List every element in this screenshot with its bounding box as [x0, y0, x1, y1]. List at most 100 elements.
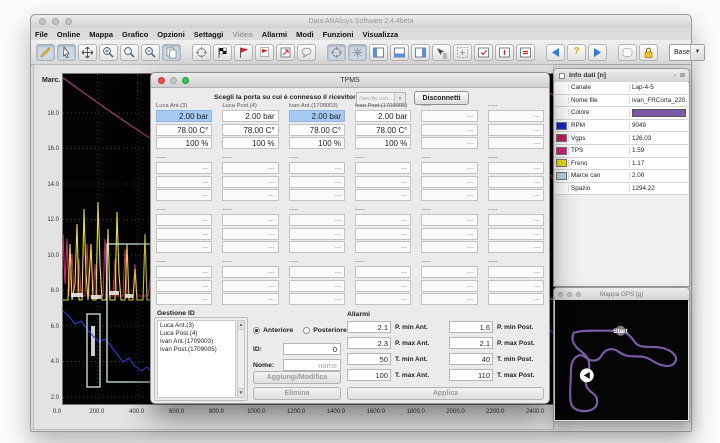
scroll-up-icon[interactable]: ▲ — [238, 321, 244, 330]
target-2-button[interactable] — [327, 44, 346, 61]
sensor-battery-field[interactable]: 100 % — [156, 137, 212, 149]
sensor-temp-field[interactable]: --- — [156, 280, 212, 292]
sensor-pressure-field[interactable]: 2.00 bar — [156, 110, 212, 122]
alarm-value-field[interactable]: 2.1 — [449, 337, 493, 349]
sensor-pressure-field[interactable]: --- — [488, 162, 544, 174]
sensor-pressure-field[interactable]: --- — [289, 162, 345, 174]
sensor-battery-field[interactable]: 100 % — [222, 137, 278, 149]
sensor-temp-field[interactable]: --- — [421, 280, 477, 292]
sensor-pressure-field[interactable]: --- — [222, 162, 278, 174]
sensor-pressure-field[interactable]: --- — [355, 162, 411, 174]
aggiungi-modifica-button[interactable]: Aggiungi/Modifica — [253, 371, 341, 384]
info-row[interactable]: Nome file Ivan_FRCorta_220… — [555, 95, 688, 108]
sensor-temp-field[interactable]: --- — [222, 176, 278, 188]
sensor-pressure-field[interactable]: --- — [488, 110, 544, 122]
sensor-battery-field[interactable]: 100 % — [289, 137, 345, 149]
burst-button[interactable] — [348, 44, 367, 61]
sensor-battery-field[interactable]: --- — [421, 137, 477, 149]
sensor-temp-field[interactable]: --- — [222, 228, 278, 240]
sensor-pressure-field[interactable]: --- — [289, 214, 345, 226]
menu-opzioni[interactable]: Opzioni — [157, 30, 185, 39]
red-flag-button[interactable] — [234, 44, 253, 61]
menu-settaggi[interactable]: Settaggi — [194, 30, 224, 39]
sensor-battery-field[interactable]: --- — [421, 189, 477, 201]
menu-file[interactable]: File — [35, 30, 48, 39]
sensor-pressure-field[interactable]: --- — [421, 266, 477, 278]
sensor-temp-field[interactable]: 78.00 C° — [355, 124, 411, 136]
alarm-value-field[interactable]: 110 — [449, 369, 493, 381]
sensor-temp-field[interactable]: --- — [289, 228, 345, 240]
sensor-battery-field[interactable]: 100 % — [355, 137, 411, 149]
lap-marker-button[interactable]: ? — [567, 44, 586, 61]
sensor-pressure-field[interactable]: --- — [156, 162, 212, 174]
sensor-id-list[interactable]: Luca Ant.(3)Luca Post.(4)Ivan Ant.(17090… — [157, 320, 236, 398]
sensor-pressure-field[interactable]: 2.00 bar — [289, 110, 345, 122]
window-titlebar[interactable]: Data ANAlisys Software 2.4.4beta — [31, 15, 691, 29]
pencil-tool-button[interactable] — [36, 44, 55, 61]
zoom-out-button[interactable] — [141, 44, 160, 61]
window-mark-3-button[interactable] — [516, 44, 535, 61]
sensor-id-list-item[interactable]: Ivan Ant.(1709003) — [158, 337, 235, 345]
alarm-value-field[interactable]: 100 — [347, 369, 391, 381]
tpms-titlebar[interactable]: TPMS — [151, 73, 549, 88]
radio-on-icon[interactable] — [253, 327, 260, 334]
sensor-temp-field[interactable]: --- — [156, 176, 212, 188]
grid-setup-button[interactable] — [453, 44, 472, 61]
sensor-pressure-field[interactable]: --- — [421, 162, 477, 174]
sensor-temp-field[interactable]: --- — [355, 228, 411, 240]
sensor-temp-field[interactable]: 78.00 C° — [222, 124, 278, 136]
pointer-menu-button[interactable] — [432, 44, 451, 61]
scroll-down-icon[interactable]: ▼ — [238, 388, 244, 397]
sensor-pressure-field[interactable]: 2.00 bar — [355, 110, 411, 122]
sensor-temp-field[interactable]: 78.00 C° — [156, 124, 212, 136]
window-mark-2-button[interactable] — [495, 44, 514, 61]
sensor-temp-field[interactable]: --- — [289, 280, 345, 292]
sensor-temp-field[interactable]: --- — [488, 176, 544, 188]
sensor-battery-field[interactable]: --- — [355, 189, 411, 201]
sensor-pressure-field[interactable]: --- — [156, 266, 212, 278]
info-row[interactable]: Vgps 126.03 — [555, 132, 688, 145]
checkered-flag-button[interactable] — [213, 44, 232, 61]
sensor-battery-field[interactable]: --- — [355, 293, 411, 305]
list-scrollbar[interactable]: ▲ ▼ — [237, 320, 245, 398]
zoom-in-button[interactable] — [99, 44, 118, 61]
sensor-battery-field[interactable]: --- — [222, 189, 278, 201]
layout-right-button[interactable] — [411, 44, 430, 61]
layout-bottom-button[interactable] — [390, 44, 409, 61]
preset-dropdown[interactable]: Base ▼ — [669, 44, 705, 61]
id-field[interactable]: 0 — [283, 343, 341, 355]
shape-button[interactable] — [618, 44, 637, 61]
sensor-id-list-item[interactable]: Luca Ant.(3) — [158, 321, 235, 329]
sensor-pressure-field[interactable]: 2.00 bar — [222, 110, 278, 122]
sensor-id-list-item[interactable]: Luca Post.(4) — [158, 329, 235, 337]
info-row[interactable]: Spazio 1294.22 — [555, 183, 688, 196]
alarm-value-field[interactable]: 2.3 — [347, 337, 391, 349]
sensor-pressure-field[interactable]: --- — [222, 214, 278, 226]
sensor-temp-field[interactable]: --- — [421, 176, 477, 188]
sensor-id-list-item[interactable]: Ivan Post.(1709005) — [158, 345, 235, 353]
nome-field[interactable]: nome — [283, 359, 341, 371]
info-row[interactable]: Marce can 2.00 — [555, 170, 688, 183]
elimina-button[interactable]: Elimina — [253, 387, 341, 400]
layout-left-button[interactable] — [369, 44, 388, 61]
sensor-pressure-field[interactable]: --- — [355, 214, 411, 226]
cursor-tool-button[interactable] — [57, 44, 76, 61]
sensor-temp-field[interactable]: 78.00 C° — [289, 124, 345, 136]
sensor-temp-field[interactable]: --- — [289, 176, 345, 188]
sensor-temp-field[interactable]: --- — [488, 124, 544, 136]
sensor-temp-field[interactable]: --- — [355, 280, 411, 292]
sensor-temp-field[interactable]: --- — [222, 280, 278, 292]
sensor-temp-field[interactable]: --- — [355, 176, 411, 188]
sensor-battery-field[interactable]: --- — [488, 137, 544, 149]
sensor-pressure-field[interactable]: --- — [488, 266, 544, 278]
menu-funzioni[interactable]: Funzioni — [323, 30, 354, 39]
sensor-pressure-field[interactable]: --- — [488, 214, 544, 226]
sensor-pressure-field[interactable]: --- — [421, 110, 477, 122]
radio-posteriore[interactable]: Posteriore — [303, 327, 347, 334]
applica-button[interactable]: Applica — [347, 387, 544, 400]
alarm-value-field[interactable]: 40 — [449, 353, 493, 365]
duplicate-view-button[interactable] — [162, 44, 181, 61]
window-mark-1-button[interactable] — [474, 44, 493, 61]
sensor-pressure-field[interactable]: --- — [222, 266, 278, 278]
radio-off-icon[interactable] — [303, 327, 310, 334]
